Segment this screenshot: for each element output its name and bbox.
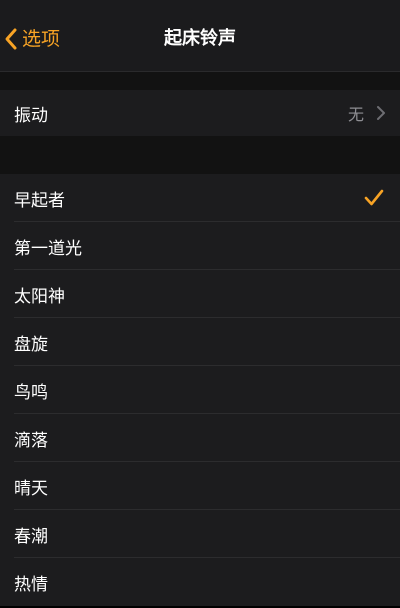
vibration-label: 振动: [14, 105, 48, 126]
chevron-right-icon: [376, 105, 386, 125]
ringtone-item-hover[interactable]: 盘旋: [0, 318, 400, 366]
checkmark-icon: [364, 189, 384, 211]
page-title: 起床铃声: [164, 28, 236, 49]
ringtone-label: 早起者: [14, 190, 65, 211]
ringtone-label: 晴天: [14, 478, 48, 499]
vibration-row[interactable]: 振动 无: [0, 90, 400, 136]
section-spacer: [0, 136, 400, 174]
ringtone-item-droplets[interactable]: 滴落: [0, 414, 400, 462]
navigation-bar: 选项 起床铃声: [0, 0, 400, 72]
ringtone-list: 早起者 第一道光 太阳神 盘旋 鸟鸣 滴落 晴天 春潮 热情: [0, 174, 400, 606]
vibration-value: 无: [347, 105, 364, 124]
ringtone-item-early-riser[interactable]: 早起者: [0, 174, 400, 222]
ringtone-label: 太阳神: [14, 286, 65, 307]
ringtone-item-passion[interactable]: 热情: [0, 558, 400, 606]
ringtone-item-spring-tide[interactable]: 春潮: [0, 510, 400, 558]
ringtone-label: 盘旋: [14, 334, 48, 355]
ringtone-item-helios[interactable]: 太阳神: [0, 270, 400, 318]
ringtone-label: 鸟鸣: [14, 382, 48, 403]
section-spacer: [0, 72, 400, 90]
ringtone-item-sunny[interactable]: 晴天: [0, 462, 400, 510]
ringtone-label: 滴落: [14, 430, 48, 451]
ringtone-item-first-light[interactable]: 第一道光: [0, 222, 400, 270]
ringtone-label: 春潮: [14, 526, 48, 547]
ringtone-label: 热情: [14, 574, 48, 595]
ringtone-item-birdsong[interactable]: 鸟鸣: [0, 366, 400, 414]
ringtone-label: 第一道光: [14, 238, 82, 259]
